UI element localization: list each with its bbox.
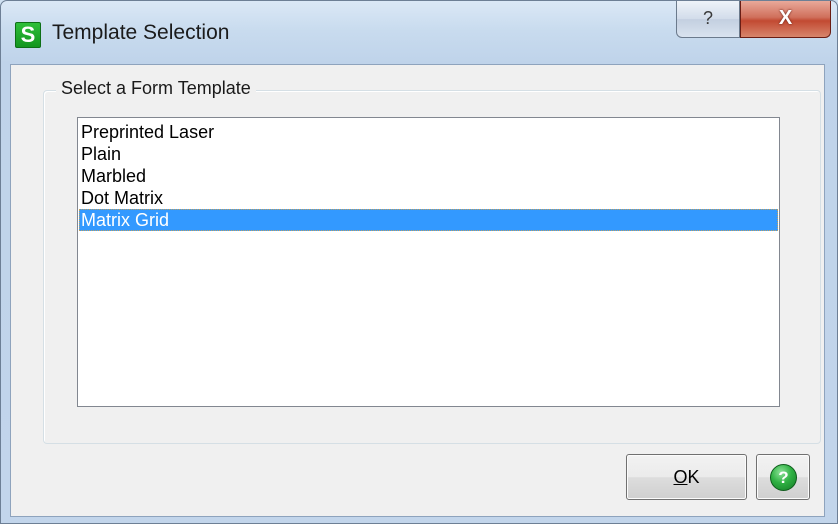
template-list-item[interactable]: Matrix Grid bbox=[79, 209, 778, 231]
window-title: Template Selection bbox=[52, 21, 230, 44]
dialog-body: Select a Form Template Preprinted Laser P… bbox=[10, 64, 825, 517]
ok-label-rest: K bbox=[687, 467, 700, 487]
title-help-button[interactable]: ? bbox=[676, 1, 740, 38]
template-list-item[interactable]: Marbled bbox=[79, 165, 778, 187]
template-list-item[interactable]: Dot Matrix bbox=[79, 187, 778, 209]
group-label: Select a Form Template bbox=[56, 78, 256, 99]
ok-button[interactable]: OK bbox=[626, 454, 747, 500]
form-template-group: Select a Form Template Preprinted Laser P… bbox=[43, 78, 821, 444]
app-icon: S bbox=[15, 22, 41, 48]
template-list-item[interactable]: Plain bbox=[79, 143, 778, 165]
help-button[interactable]: ? bbox=[756, 454, 810, 500]
title-bar[interactable]: S Template Selection ? X bbox=[1, 1, 837, 65]
template-listbox[interactable]: Preprinted Laser Plain Marbled Dot Matrix Ma… bbox=[77, 117, 780, 407]
help-icon: ? bbox=[770, 464, 797, 491]
question-mark-icon: ? bbox=[702, 8, 713, 28]
ok-mnemonic: O bbox=[673, 467, 688, 487]
template-selection-dialog: S Template Selection ? X Select a Form T… bbox=[0, 0, 838, 524]
close-button[interactable]: X bbox=[740, 1, 831, 38]
template-list-item[interactable]: Preprinted Laser bbox=[79, 121, 778, 143]
close-icon: X bbox=[778, 7, 793, 29]
caption-buttons: ? X bbox=[676, 1, 831, 39]
